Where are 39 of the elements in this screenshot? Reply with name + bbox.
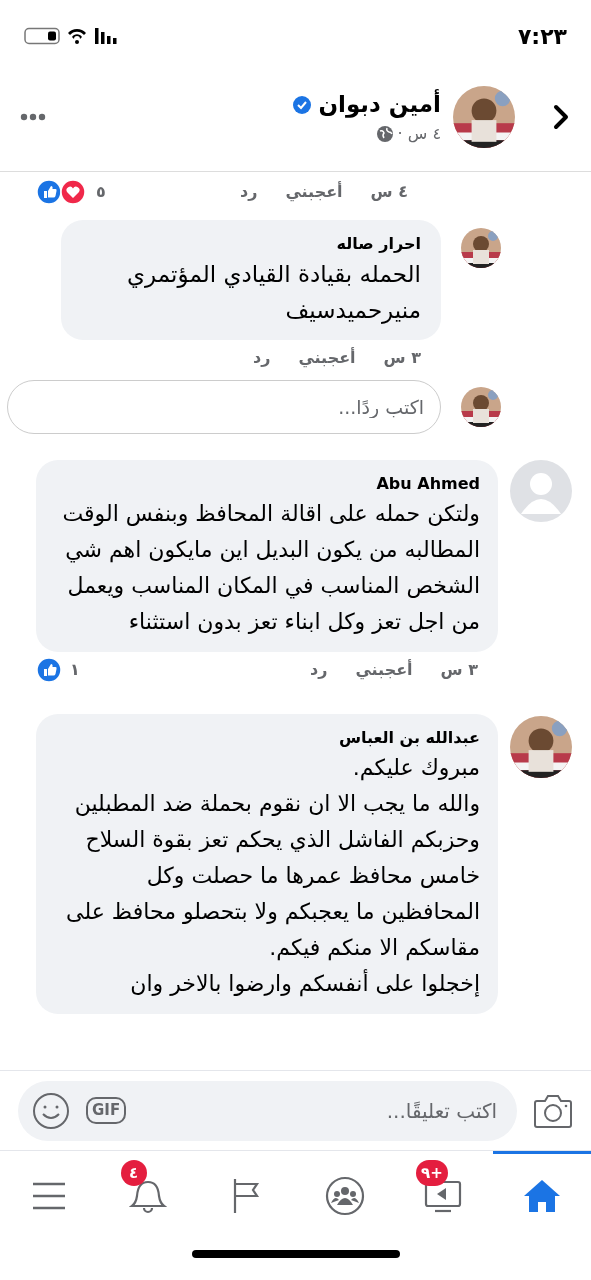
emoji-icon[interactable]: [32, 1091, 70, 1130]
reaction-icons: [36, 179, 88, 205]
like-link[interactable]: أعجبني: [298, 346, 356, 370]
reaction-count: ١: [70, 659, 80, 681]
group-icon: [324, 1176, 365, 1216]
notification-badge: ٤: [120, 1160, 147, 1186]
notification-badge: ٩+: [416, 1160, 448, 1186]
reply-link[interactable]: رد: [309, 658, 328, 682]
reply-link[interactable]: رد: [252, 346, 271, 370]
back-chevron-icon[interactable]: [551, 102, 571, 131]
more-options-icon[interactable]: [20, 112, 46, 121]
wifi-icon: [66, 27, 88, 45]
comment-author[interactable]: Abu Ahmed: [54, 472, 480, 496]
comment-text: إخجلوا على أنفسكم وارضوا بالاخر وان: [129, 968, 480, 999]
reaction-count: ٥: [96, 181, 106, 203]
comment-time: ٣ س: [383, 347, 421, 369]
post-time: ٤ س ·: [397, 122, 441, 145]
gif-button[interactable]: GIF: [86, 1097, 127, 1124]
comment-text: الحمله بقيادة القيادي المؤتمري منيرحميدسيف: [126, 260, 421, 326]
comment-text: مبروك عليكم.: [351, 754, 480, 783]
battery-icon: [24, 27, 60, 45]
globe-icon: [375, 124, 394, 143]
comment-author[interactable]: عبدالله بن العباس: [54, 726, 480, 750]
like-link[interactable]: أعجبني: [355, 658, 413, 682]
comment-text: ولتكن حمله على اقالة المحافظ وبنفس الوقت المطالبه من يكون البديل اين مايكون اهم شي الشخص المناسب في المكان المناسب ويعمل من اجل تعز وكل ابناء تعز بدون استثناء: [61, 500, 480, 636]
like-link[interactable]: أعجبني: [285, 180, 343, 204]
camera-icon[interactable]: [533, 1092, 573, 1129]
status-time: ٧:٢٣: [517, 22, 567, 51]
comment-time: ٤ س: [370, 181, 408, 203]
comment-time: ٣ س: [440, 659, 478, 681]
bell-tab[interactable]: ٤: [98, 1151, 197, 1238]
reaction-icons: [36, 657, 62, 683]
video-tab[interactable]: ٩+: [394, 1151, 493, 1238]
signal-icon: [94, 28, 118, 44]
comment-text: والله ما يجب الا ان نقوم بحملة ضد المطبلين وحزبكم الفاشل الذي يحكم تعز بقوة السلاح خامس محافظ عمرها ما حصلت وكل المحافظين ما يعجبكم ولا بتحصلو محافظ على مقاسكم الا منكم فيكم.: [65, 790, 480, 963]
reply-link[interactable]: رد: [239, 180, 258, 204]
author-name[interactable]: أمين دبوان: [318, 87, 441, 122]
comment-author[interactable]: احرار صاله: [81, 232, 421, 256]
reply-field[interactable]: اكتب ردًا...: [7, 380, 441, 434]
